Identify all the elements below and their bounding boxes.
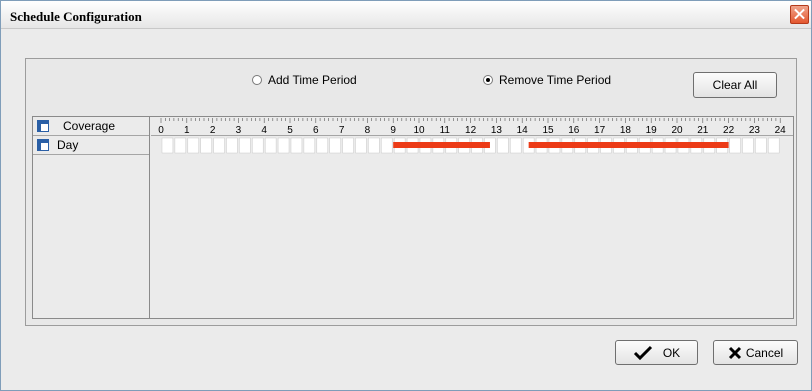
hour-tick-label: 19	[646, 125, 658, 136]
time-slot	[239, 137, 251, 154]
hour-tick-label: 2	[210, 125, 216, 136]
hour-tick-label: 8	[365, 125, 371, 136]
day-label: Day	[57, 138, 79, 152]
time-slot	[200, 137, 212, 154]
time-slot	[277, 137, 290, 154]
radio-remove-indicator[interactable]	[483, 75, 493, 85]
hour-tick-label: 18	[620, 125, 632, 136]
hour-tick-label: 13	[491, 125, 503, 136]
remove-time-period-radio[interactable]: Remove Time Period	[483, 73, 611, 87]
hour-tick-label: 21	[697, 125, 709, 136]
time-slot	[497, 137, 509, 154]
close-icon[interactable]	[790, 5, 809, 24]
title-bar: Schedule Configuration	[1, 1, 811, 29]
x-icon	[728, 346, 741, 359]
add-time-period-radio[interactable]: Add Time Period	[252, 73, 357, 87]
time-slot	[226, 137, 238, 154]
time-slot	[381, 137, 393, 154]
time-slot	[768, 137, 780, 154]
hour-tick-label: 24	[775, 125, 787, 136]
hour-tick-label: 23	[749, 125, 761, 136]
hour-tick-label: 3	[236, 125, 242, 136]
cancel-label: Cancel	[745, 345, 784, 360]
hour-tick-label: 12	[465, 125, 477, 136]
time-slot	[187, 137, 199, 154]
hour-tick-label: 10	[413, 125, 425, 136]
hour-tick-label: 15	[542, 125, 554, 136]
schedule-grid: Coverage Day 0 1 2 3 4 5 6 7 8 9 10 11 12 13 14 15 16 17 1…	[32, 116, 794, 319]
table-icon	[37, 120, 49, 132]
time-slot	[161, 137, 174, 154]
time-slot	[213, 137, 225, 154]
time-slot	[355, 137, 367, 154]
hour-tick-label: 6	[313, 125, 319, 136]
ok-label: OK	[662, 345, 681, 360]
hour-tick-label: 4	[261, 125, 267, 136]
cancel-button[interactable]: Cancel	[713, 340, 798, 365]
hour-tick-label: 5	[287, 125, 293, 136]
time-slot	[368, 137, 380, 154]
radio-add-indicator[interactable]	[252, 75, 262, 85]
hour-tick-label: 16	[568, 125, 580, 136]
table-icon	[37, 139, 49, 151]
time-slot	[264, 137, 277, 154]
schedule-period-bar	[393, 142, 490, 148]
ruler-ticks	[160, 118, 781, 123]
time-slot	[329, 137, 341, 154]
schedule-period-bar	[528, 142, 729, 148]
row-header-column: Coverage Day	[33, 117, 150, 318]
hour-tick-label: 7	[339, 125, 345, 136]
coverage-header: Coverage	[33, 117, 149, 136]
time-slot	[742, 137, 754, 154]
time-slot	[316, 137, 328, 154]
add-time-period-label: Add Time Period	[268, 73, 357, 87]
time-slot	[303, 137, 316, 154]
time-slot	[252, 137, 264, 154]
hour-tick-label: 0	[158, 125, 164, 136]
day-timeline[interactable]	[151, 136, 793, 155]
window-title: Schedule Configuration	[10, 9, 142, 24]
day-periods	[393, 142, 729, 148]
ruler-labels: 0 1 2 3 4 5 6 7 8 9 10 11 12 13 14 15 16 17 18 19 20 21 22 23 24	[158, 125, 787, 136]
time-slot	[755, 137, 767, 154]
hour-tick-label: 9	[390, 125, 396, 136]
coverage-label: Coverage	[63, 119, 116, 133]
time-slot	[729, 137, 741, 154]
hour-tick-label: 11	[440, 125, 451, 136]
schedule-configuration-dialog: Schedule Configuration Add Time Period R…	[0, 0, 812, 391]
day-row-header[interactable]: Day	[33, 136, 149, 155]
hour-tick-label: 22	[723, 125, 735, 136]
ok-button[interactable]: OK	[615, 340, 698, 365]
time-slot	[290, 137, 303, 154]
hour-ruler: 0 1 2 3 4 5 6 7 8 9 10 11 12 13 14 15 16 17 18 19 20 21 22 23 24	[151, 118, 793, 136]
remove-time-period-label: Remove Time Period	[499, 73, 612, 87]
check-icon	[633, 345, 652, 360]
hour-tick-label: 20	[671, 125, 683, 136]
time-slot	[174, 137, 187, 154]
time-slot	[510, 137, 522, 154]
hour-tick-label: 17	[594, 125, 606, 136]
time-slot	[342, 137, 354, 154]
hour-tick-label: 1	[184, 125, 190, 136]
clear-all-button[interactable]: Clear All	[693, 72, 777, 98]
hour-tick-label: 14	[517, 125, 529, 136]
